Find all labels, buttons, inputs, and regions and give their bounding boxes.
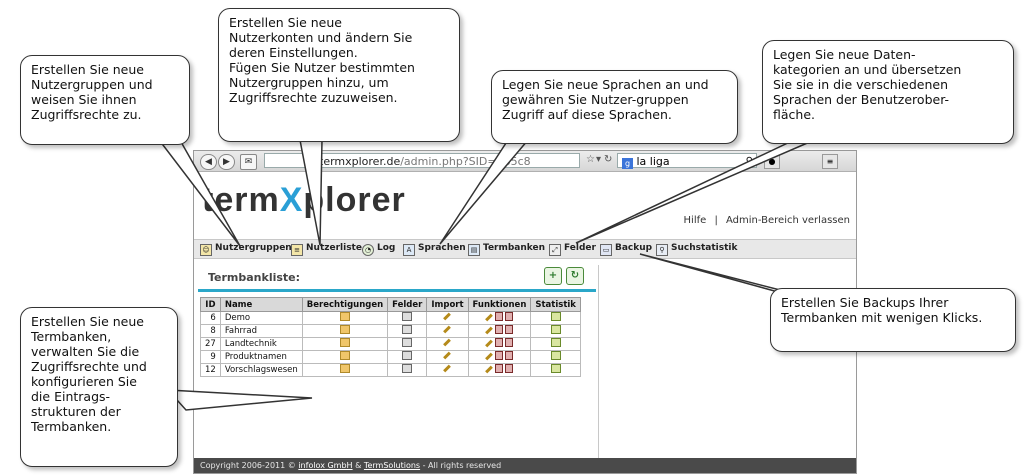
callout-backup: Erstellen Sie Backups Ihrer Termbanken m… bbox=[770, 288, 1016, 352]
pointer-nutzerliste bbox=[299, 139, 323, 246]
callout-nutzerliste: Erstellen Sie neue Nutzerkonten und ände… bbox=[218, 8, 460, 142]
callout-termbanken: Erstellen Sie neue Termbanken, verwalten… bbox=[20, 307, 178, 467]
callout-nutzergruppen: Erstellen Sie neue Nutzergruppen und wei… bbox=[20, 55, 190, 145]
pointer-termbanken bbox=[166, 389, 313, 411]
callout-felder: Legen Sie neue Daten- kategorien an und … bbox=[762, 40, 1014, 144]
pointer-sprachen bbox=[439, 139, 530, 245]
callout-sprachen: Legen Sie neue Sprachen an und gewähren … bbox=[491, 70, 738, 144]
pointer-felder bbox=[575, 140, 813, 244]
